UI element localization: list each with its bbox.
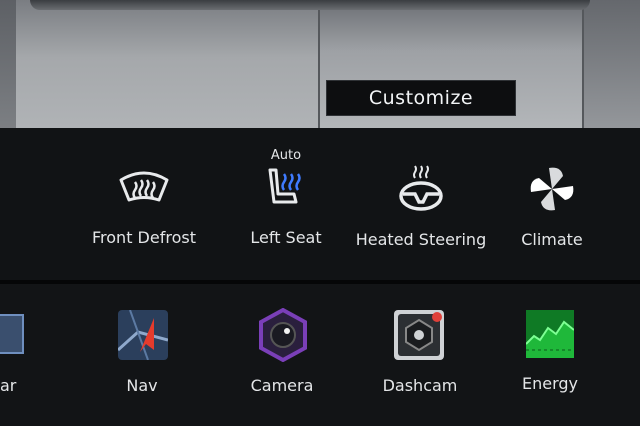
app-partial[interactable]: ar	[0, 304, 30, 404]
car-body-panel	[584, 0, 640, 128]
front-defrost-icon	[119, 171, 169, 202]
car-body-panel	[16, 0, 320, 128]
car-body-panel	[0, 0, 17, 128]
quick-controls: Front Defrost Auto Left Seat Heated Stee…	[0, 128, 640, 280]
camera-label: Camera	[250, 376, 314, 395]
partial-app-icon	[0, 314, 24, 354]
front-defrost-label: Front Defrost	[92, 228, 196, 247]
app-launcher: ar Nav Camera Dashcam Energy	[0, 284, 640, 426]
nav-label: Nav	[126, 376, 158, 395]
front-defrost-button[interactable]: Front Defrost	[78, 156, 210, 256]
heated-steering-label: Heated Steering	[355, 230, 487, 249]
partial-app-label: ar	[0, 376, 17, 395]
customize-button[interactable]: Customize	[326, 80, 516, 116]
car-roofline	[30, 0, 590, 10]
energy-label: Energy	[521, 374, 578, 393]
heated-seat-icon	[268, 168, 301, 204]
heated-steering-icon	[399, 165, 443, 211]
camera-icon	[259, 308, 307, 362]
energy-icon	[526, 310, 574, 358]
customize-label: Customize	[368, 87, 474, 109]
climate-button[interactable]: Climate	[510, 156, 594, 256]
car-visualization: Customize	[0, 0, 640, 128]
navigation-icon	[118, 310, 168, 360]
dashcam-icon	[394, 310, 444, 360]
app-dashcam[interactable]: Dashcam	[374, 304, 466, 404]
heated-steering-button[interactable]: Heated Steering	[354, 156, 488, 256]
left-seat-button[interactable]: Left Seat	[230, 156, 342, 256]
dashcam-label: Dashcam	[382, 376, 458, 395]
left-seat-label: Left Seat	[250, 228, 322, 247]
climate-label: Climate	[521, 230, 583, 249]
app-camera[interactable]: Camera	[240, 304, 324, 404]
fan-icon	[530, 167, 574, 211]
app-nav[interactable]: Nav	[106, 304, 178, 404]
app-energy[interactable]: Energy	[512, 304, 588, 404]
